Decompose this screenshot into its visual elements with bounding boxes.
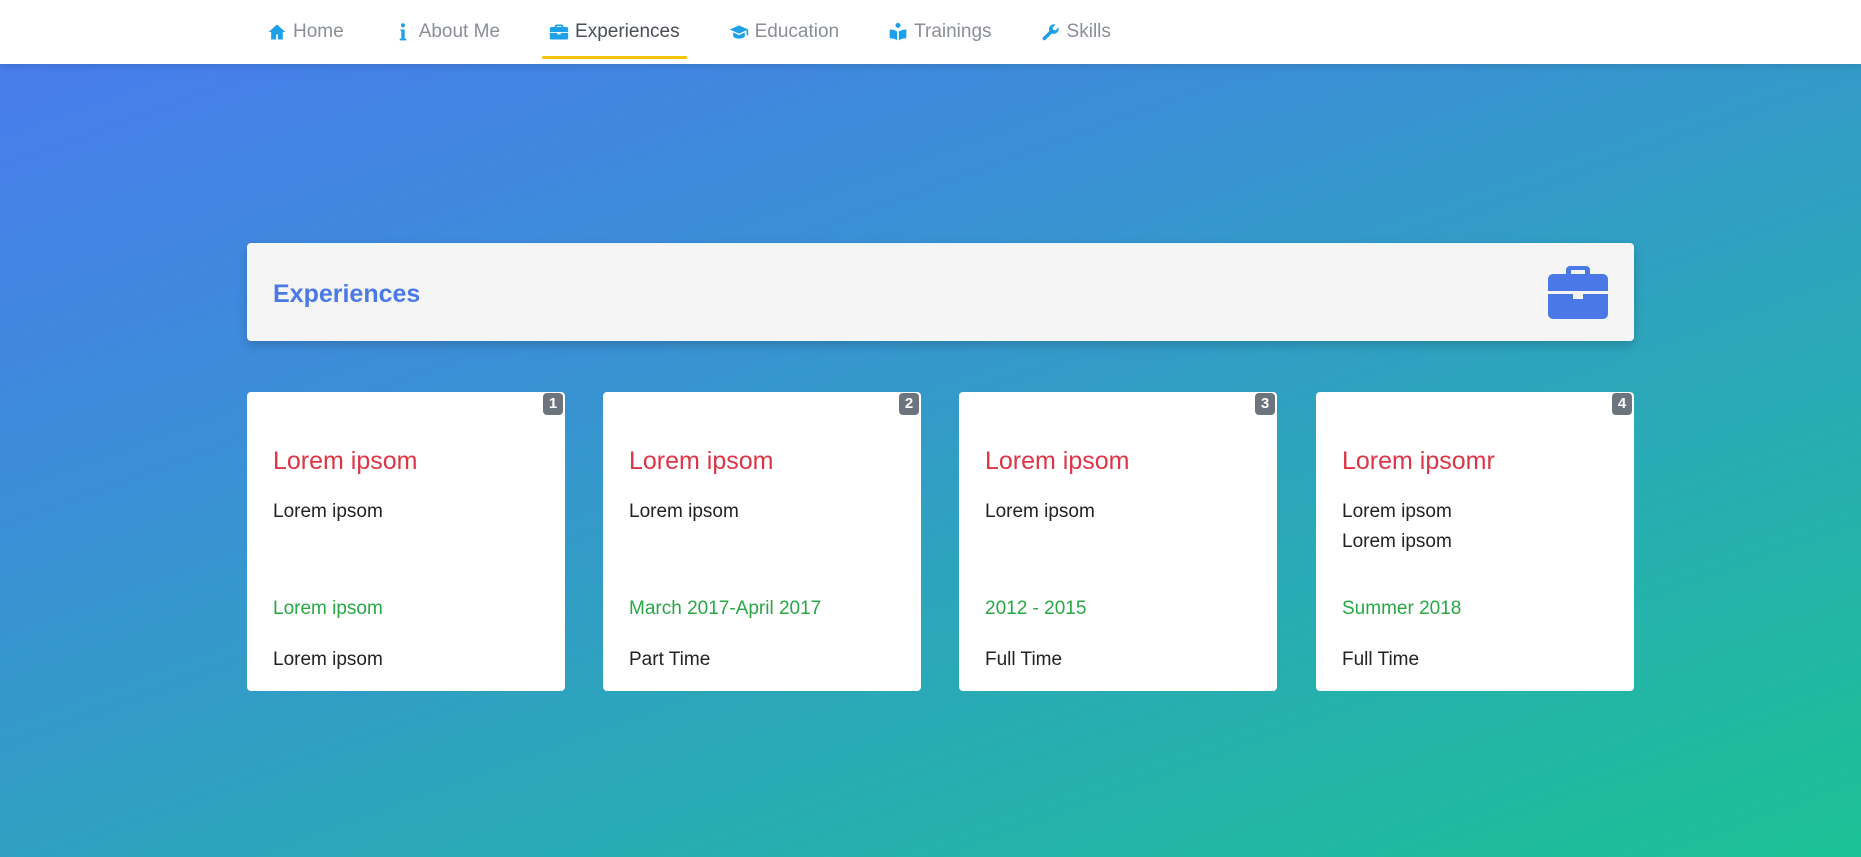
nav-item-skills[interactable]: Skills bbox=[1031, 5, 1121, 59]
card-number-badge: 4 bbox=[1612, 393, 1632, 415]
nav-item-trainings[interactable]: Trainings bbox=[878, 5, 1001, 59]
card-description-line: Lorem ipsom bbox=[629, 501, 739, 522]
card-description: Lorem ipsom bbox=[985, 497, 1095, 527]
briefcase-icon bbox=[549, 24, 569, 40]
card-description: Lorem ipsom bbox=[629, 497, 739, 527]
nav-item-label: Skills bbox=[1066, 21, 1111, 42]
card-job-type: Full Time bbox=[1342, 649, 1420, 670]
card-title: Lorem ipsom bbox=[985, 447, 1130, 475]
card-title: Lorem ipsom bbox=[629, 447, 774, 475]
card-description-line: Lorem ipsom bbox=[1342, 501, 1452, 522]
nav-item-label: Experiences bbox=[575, 21, 680, 42]
wrench-icon bbox=[1042, 24, 1059, 41]
nav-item-about-me[interactable]: About Me bbox=[383, 5, 510, 59]
card-number-badge: 3 bbox=[1255, 393, 1275, 415]
card-period: Summer 2018 bbox=[1342, 598, 1462, 619]
info-icon bbox=[399, 23, 407, 41]
card-title: Lorem ipsom bbox=[273, 447, 418, 475]
nav-item-label: Home bbox=[293, 21, 344, 42]
nav-item-home[interactable]: Home bbox=[257, 5, 354, 59]
nav-item-label: About Me bbox=[418, 21, 501, 42]
experience-card: 3 Lorem ipsom Lorem ipsom 2012 - 2015 Fu… bbox=[959, 392, 1277, 691]
nav-item-experiences[interactable]: Experiences bbox=[539, 5, 690, 59]
experience-card: 1 Lorem ipsom Lorem ipsom Lorem ipsom Lo… bbox=[247, 392, 565, 691]
top-navbar: Home About Me Experiences Education Trai… bbox=[0, 0, 1861, 64]
card-description-line: Lorem ipsom bbox=[1342, 531, 1452, 552]
card-description: Lorem ipsom bbox=[273, 497, 383, 527]
card-period: Lorem ipsom bbox=[273, 598, 383, 619]
briefcase-icon bbox=[1547, 264, 1609, 320]
card-number-badge: 2 bbox=[899, 393, 919, 415]
experience-card: 2 Lorem ipsom Lorem ipsom March 2017-Apr… bbox=[603, 392, 921, 691]
card-period: 2012 - 2015 bbox=[985, 598, 1087, 619]
home-icon bbox=[268, 24, 286, 40]
card-description: Lorem ipsom Lorem ipsom bbox=[1342, 497, 1452, 557]
card-job-type: Lorem ipsom bbox=[273, 649, 383, 670]
nav-item-label: Education bbox=[754, 21, 840, 42]
nav-item-label: Trainings bbox=[914, 21, 992, 42]
card-description-line: Lorem ipsom bbox=[273, 501, 383, 522]
book-reader-icon bbox=[889, 22, 907, 41]
experience-cards: 1 Lorem ipsom Lorem ipsom Lorem ipsom Lo… bbox=[247, 392, 1634, 691]
card-job-type: Part Time bbox=[629, 649, 711, 670]
nav-list: Home About Me Experiences Education Trai… bbox=[257, 0, 1150, 64]
nav-item-education[interactable]: Education bbox=[719, 5, 850, 59]
card-title: Lorem ipsomr bbox=[1342, 447, 1495, 475]
card-description-line: Lorem ipsom bbox=[985, 501, 1095, 522]
card-number-badge: 1 bbox=[543, 393, 563, 415]
experiences-header: Experiences bbox=[247, 243, 1634, 341]
experience-card: 4 Lorem ipsomr Lorem ipsom Lorem ipsom S… bbox=[1316, 392, 1634, 691]
graduation-cap-icon bbox=[729, 25, 748, 39]
card-job-type: Full Time bbox=[985, 649, 1063, 670]
card-period: March 2017-April 2017 bbox=[629, 598, 822, 619]
section-title: Experiences bbox=[273, 280, 421, 308]
